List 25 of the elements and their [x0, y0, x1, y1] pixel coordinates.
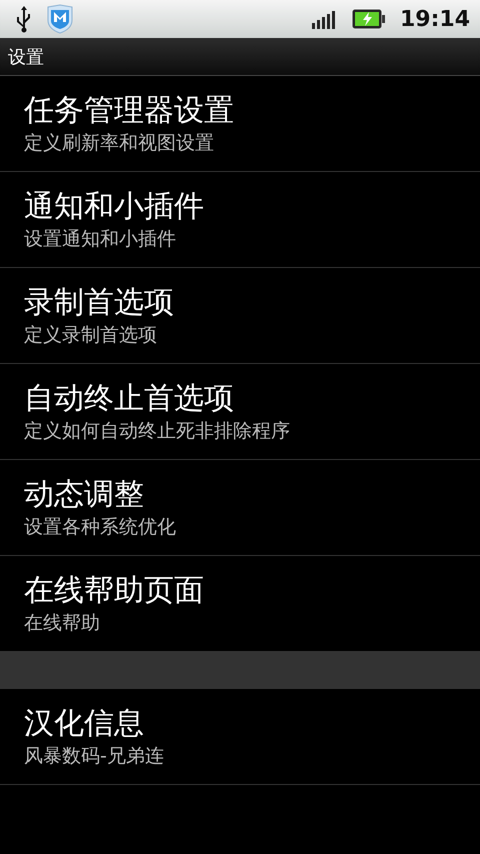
settings-item[interactable]: 自动终止首选项 定义如何自动终止死非排除程序: [0, 364, 480, 460]
usb-icon: [16, 5, 32, 33]
item-title: 汉化信息: [24, 704, 144, 742]
settings-item[interactable]: 动态调整 设置各种系统优化: [0, 460, 480, 556]
item-title: 自动终止首选项: [24, 380, 234, 418]
clock-time: 19:14: [400, 6, 470, 32]
settings-item[interactable]: 通知和小插件 设置通知和小插件: [0, 172, 480, 268]
item-title: 动态调整: [24, 476, 144, 514]
item-summary: 风暴数码-兄弟连: [24, 744, 164, 768]
signal-icon: [312, 9, 338, 29]
item-summary: 设置各种系统优化: [24, 514, 176, 540]
item-title: 在线帮助页面: [24, 572, 204, 610]
shield-icon: [46, 4, 74, 34]
item-summary: 定义如何自动终止死非排除程序: [24, 418, 290, 444]
item-title: 录制首选项: [24, 284, 174, 322]
settings-item[interactable]: 汉化信息 风暴数码-兄弟连: [0, 689, 480, 785]
settings-item[interactable]: 任务管理器设置 定义刷新率和视图设置: [0, 76, 480, 172]
item-title: 任务管理器设置: [24, 92, 234, 130]
item-summary: 在线帮助: [24, 610, 100, 636]
item-summary: 定义刷新率和视图设置: [24, 130, 214, 156]
item-summary: 设置通知和小插件: [24, 226, 176, 252]
settings-item[interactable]: 录制首选项 定义录制首选项: [0, 268, 480, 364]
item-title: 通知和小插件: [24, 188, 204, 226]
window-title: 设置: [8, 46, 44, 68]
item-summary: 定义录制首选项: [24, 322, 157, 348]
